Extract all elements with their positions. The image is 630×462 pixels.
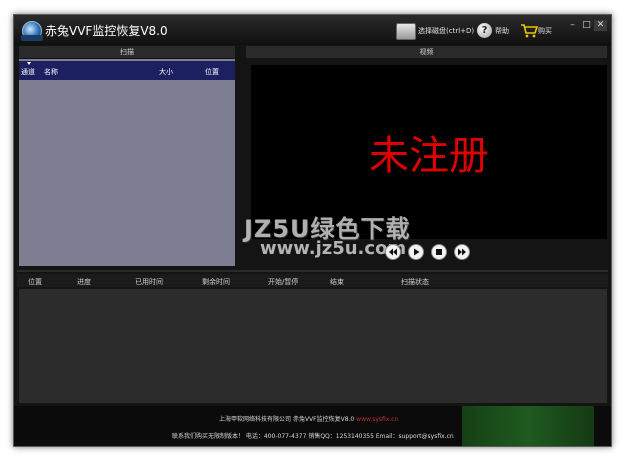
close-button[interactable]: ✕ — [594, 20, 607, 31]
footer-contact: 联系我们购买无限制版本！ 电话：400-077-4377 销售QQ：125314… — [172, 433, 454, 440]
select-disk-button[interactable]: 选择磁盘(ctrl+D) — [418, 26, 474, 36]
footer: 上海甲软网络科技有限公司 赤兔VVF监控恢复V8.0 www.sysfix.cn… — [14, 406, 611, 446]
fast-forward-icon — [458, 248, 466, 256]
col-scan-status[interactable]: 扫描状态 — [401, 277, 429, 287]
footer-company: 上海甲软网络科技有限公司 — [219, 416, 292, 423]
play-button[interactable] — [408, 244, 424, 260]
footer-line-1: 上海甲软网络科技有限公司 赤兔VVF监控恢复V8.0 www.sysfix.cn — [219, 414, 398, 423]
fast-forward-button[interactable] — [454, 244, 470, 260]
col-task-location[interactable]: 位置 — [28, 277, 42, 287]
watermark-url: www.jz5u.com — [260, 238, 407, 259]
buy-button[interactable]: 购买 — [538, 26, 552, 36]
footer-product: 赤兔VVF监控恢复V8.0 — [292, 416, 355, 423]
col-progress[interactable]: 进度 — [77, 277, 91, 287]
title-bar: 赤兔VVF监控恢复V8.0 选择磁盘(ctrl+D) ? 帮助 购买 – □ ✕ — [14, 15, 611, 45]
scan-panel-header: 扫描 — [19, 46, 235, 58]
rewind-button[interactable] — [385, 244, 401, 260]
stop-button[interactable] — [431, 244, 447, 260]
col-elapsed[interactable]: 已用时间 — [135, 277, 163, 287]
stop-icon — [436, 249, 442, 255]
task-list[interactable] — [19, 289, 607, 403]
scan-list[interactable]: 通道 名称 大小 位置 — [19, 59, 235, 266]
help-button[interactable]: 帮助 — [495, 26, 509, 36]
help-icon[interactable]: ? — [477, 23, 492, 38]
rewind-icon — [389, 248, 397, 256]
col-size[interactable]: 大小 — [159, 67, 173, 77]
maximize-button[interactable]: □ — [580, 20, 593, 31]
panel-divider — [17, 270, 608, 272]
col-channel[interactable]: 通道 — [21, 67, 35, 77]
scan-list-header: 通道 名称 大小 位置 — [19, 61, 235, 80]
col-start-pause[interactable]: 开始/暂停 — [268, 277, 298, 287]
footer-green-overlay — [462, 406, 594, 446]
disk-drive-icon[interactable] — [396, 23, 416, 40]
footer-website-link[interactable]: www.sysfix.cn — [356, 416, 398, 423]
video-panel-header: 视频 — [246, 46, 607, 58]
minimize-button[interactable]: – — [566, 20, 579, 31]
task-list-header: 位置 进度 已用时间 剩余时间 开始/暂停 结束 扫描状态 — [17, 274, 608, 287]
col-end[interactable]: 结束 — [330, 277, 344, 287]
sort-arrow-icon — [27, 62, 31, 65]
app-title: 赤兔VVF监控恢复V8.0 — [45, 24, 168, 38]
app-logo-icon — [21, 21, 43, 41]
cart-icon[interactable] — [520, 23, 538, 38]
play-icon — [414, 248, 420, 256]
col-name[interactable]: 名称 — [44, 67, 58, 77]
app-window: 赤兔VVF监控恢复V8.0 选择磁盘(ctrl+D) ? 帮助 购买 – □ ✕… — [13, 14, 612, 447]
unregistered-overlay: 未注册 — [369, 133, 489, 179]
col-remaining[interactable]: 剩余时间 — [202, 277, 230, 287]
col-location[interactable]: 位置 — [205, 67, 219, 77]
